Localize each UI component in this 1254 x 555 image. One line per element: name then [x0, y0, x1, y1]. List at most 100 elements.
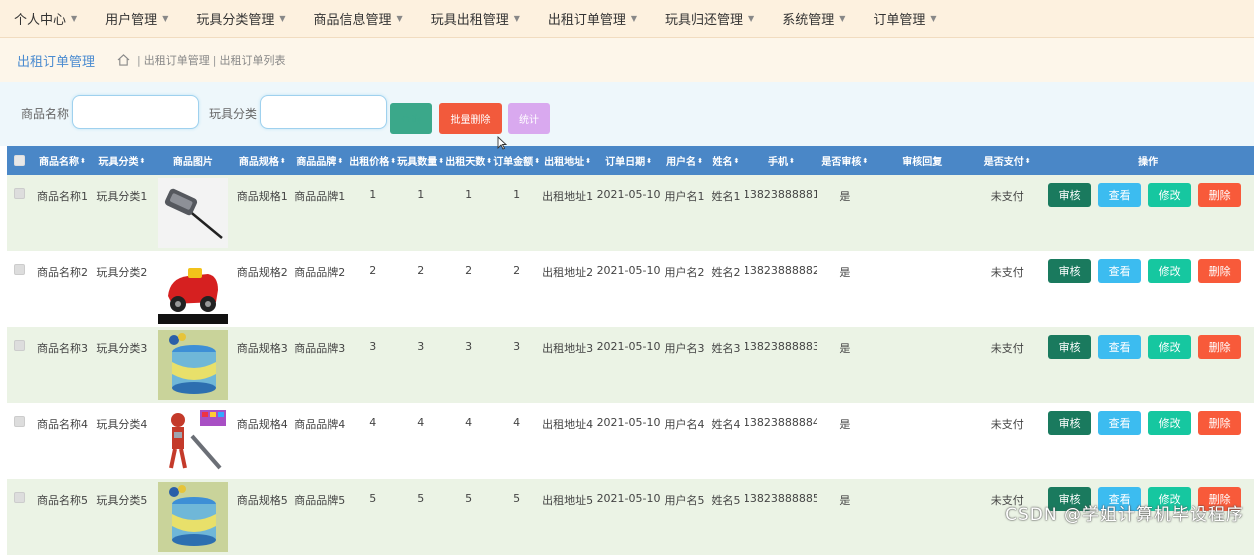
select-all-checkbox[interactable] [7, 146, 33, 175]
col-product-spec[interactable]: 商品规格 ⬍ [234, 146, 291, 175]
col-realname[interactable]: 姓名 ⬍ [706, 146, 745, 175]
header-label: 审核回复 [902, 157, 943, 168]
col-rental-days[interactable]: 出租天数 ⬍ [445, 146, 493, 175]
sort-icon: ⬍ [585, 156, 592, 165]
view-button[interactable]: 查看 [1098, 183, 1142, 207]
sort-icon: ⬍ [646, 156, 652, 165]
view-button[interactable]: 查看 [1098, 411, 1142, 435]
row-checkbox[interactable] [7, 403, 33, 479]
cell-date: 2021-05-10 [596, 416, 661, 429]
audit-button[interactable]: 审核 [1048, 183, 1092, 207]
breadcrumb-separator: | [212, 53, 217, 67]
cell-qty: 5 [417, 492, 425, 505]
nav-toy-category-management[interactable]: 玩具分类管理 ▼ [182, 0, 299, 38]
col-rental-price[interactable]: 出租价格 ⬍ [349, 146, 397, 175]
header-label: 订单金额 [493, 157, 534, 168]
audit-button[interactable]: 审核 [1048, 411, 1092, 435]
col-product-name[interactable]: 商品名称 ⬍ [33, 146, 92, 175]
delete-button[interactable]: 删除 [1198, 259, 1242, 283]
nav-toy-return-management[interactable]: 玩具归还管理 ▼ [651, 0, 768, 38]
edit-button[interactable]: 修改 [1148, 259, 1192, 283]
row-checkbox[interactable] [7, 327, 33, 403]
cell-price: 2 [369, 264, 377, 277]
cell-username: 用户名3 [664, 342, 705, 355]
col-product-brand[interactable]: 商品品牌 ⬍ [291, 146, 349, 175]
row-actions: 审核 查看 修改 删除 [1042, 327, 1254, 403]
checkbox-icon [14, 188, 26, 199]
nav-label: 玩具归还管理 [665, 13, 744, 28]
cell-qty: 2 [417, 264, 425, 277]
nav-user-management[interactable]: 用户管理 ▼ [91, 0, 182, 38]
nav-order-management[interactable]: 订单管理 ▼ [859, 0, 950, 38]
view-button[interactable]: 查看 [1098, 335, 1142, 359]
delete-button[interactable]: 删除 [1198, 335, 1242, 359]
nav-system-management[interactable]: 系统管理 ▼ [768, 0, 859, 38]
sort-icon: ⬍ [534, 156, 541, 165]
nav-toy-rental-management[interactable]: 玩具出租管理 ▼ [417, 0, 534, 38]
sort-icon: ⬍ [697, 156, 703, 165]
edit-button[interactable]: 修改 [1148, 183, 1192, 207]
hammer-toy-icon [157, 178, 228, 248]
batch-delete-button[interactable]: 批量删除 [439, 103, 502, 134]
col-order-date[interactable]: 订单日期 ⬍ [595, 146, 663, 175]
toy-category-input[interactable] [260, 95, 387, 129]
cell-realname: 姓名2 [711, 266, 741, 279]
audit-button[interactable]: 审核 [1048, 259, 1092, 283]
cell-price: 1 [369, 188, 377, 201]
col-toy-category[interactable]: 玩具分类 ⬍ [92, 146, 152, 175]
cell-address: 出租地址4 [542, 418, 594, 431]
sort-icon: ⬍ [1024, 156, 1031, 165]
sort-icon: ⬍ [862, 156, 869, 165]
checkbox-icon [14, 264, 26, 275]
breadcrumb-item: 出租订单列表 [219, 54, 286, 67]
row-checkbox[interactable] [7, 175, 33, 251]
breadcrumb-separator: | [137, 53, 141, 67]
cell-username: 用户名5 [664, 494, 705, 507]
cell-spec: 商品规格4 [236, 418, 288, 431]
cell-spec: 商品规格3 [236, 342, 288, 355]
col-username[interactable]: 用户名 ⬍ [663, 146, 707, 175]
table-body: 商品名称1 玩具分类1 商品规格1 商品品牌1 1 1 1 1 出租地址1 2021-05-10 用… [7, 175, 1254, 555]
delete-button[interactable]: 删除 [1198, 183, 1242, 207]
col-phone[interactable]: 手机 ⬍ [745, 146, 817, 175]
nav-product-info-management[interactable]: 商品信息管理 ▼ [300, 0, 417, 38]
chevron-down-icon: ▼ [839, 14, 846, 23]
audit-button[interactable]: 审核 [1048, 335, 1092, 359]
edit-button[interactable]: 修改 [1148, 335, 1192, 359]
col-toy-quantity[interactable]: 玩具数量 ⬍ [397, 146, 445, 175]
cell-amount: 2 [513, 264, 521, 277]
breadcrumb-item[interactable]: 出租订单管理 [144, 52, 210, 68]
chevron-down-icon: ▼ [513, 14, 520, 23]
edit-button[interactable]: 修改 [1148, 411, 1192, 435]
row-checkbox[interactable] [7, 251, 33, 327]
cell-realname: 姓名3 [711, 342, 741, 355]
col-audited[interactable]: 是否审核 ⬍ [817, 146, 872, 175]
checkbox-icon [14, 416, 26, 427]
breadcrumb-bar: 出租订单管理 | 出租订单管理 | 出租订单列表 [0, 38, 1254, 82]
view-button[interactable]: 查看 [1098, 259, 1142, 283]
nav-rental-order-management[interactable]: 出租订单管理 ▼ [534, 0, 651, 38]
cell-audited: 是 [839, 418, 851, 431]
stats-button[interactable]: 统计 [508, 103, 550, 134]
cell-name: 商品名称5 [36, 494, 88, 507]
product-name-input[interactable] [72, 95, 199, 129]
cell-price: 5 [369, 492, 377, 505]
cell-category: 玩具分类2 [96, 266, 148, 279]
product-image [152, 403, 234, 479]
col-order-amount[interactable]: 订单金额 ⬍ [493, 146, 541, 175]
home-icon[interactable] [117, 54, 130, 66]
col-rental-address[interactable]: 出租地址 ⬍ [541, 146, 595, 175]
search-button[interactable]: 查询 [390, 103, 432, 134]
header-label: 商品图片 [172, 157, 213, 168]
cell-amount: 4 [513, 416, 521, 429]
cell-phone: 13823888883 [745, 340, 818, 353]
sort-icon: ⬍ [80, 156, 86, 165]
col-paid[interactable]: 是否支付 ⬍ [972, 146, 1042, 175]
row-checkbox[interactable] [7, 479, 33, 555]
cell-amount: 3 [513, 340, 521, 353]
header-label: 用户名 [666, 157, 697, 168]
delete-button[interactable]: 删除 [1198, 411, 1242, 435]
cell-date: 2021-05-10 [596, 340, 661, 353]
nav-personal-center[interactable]: 个人中心 ▼ [0, 0, 91, 38]
header-label: 出租天数 [445, 157, 486, 168]
